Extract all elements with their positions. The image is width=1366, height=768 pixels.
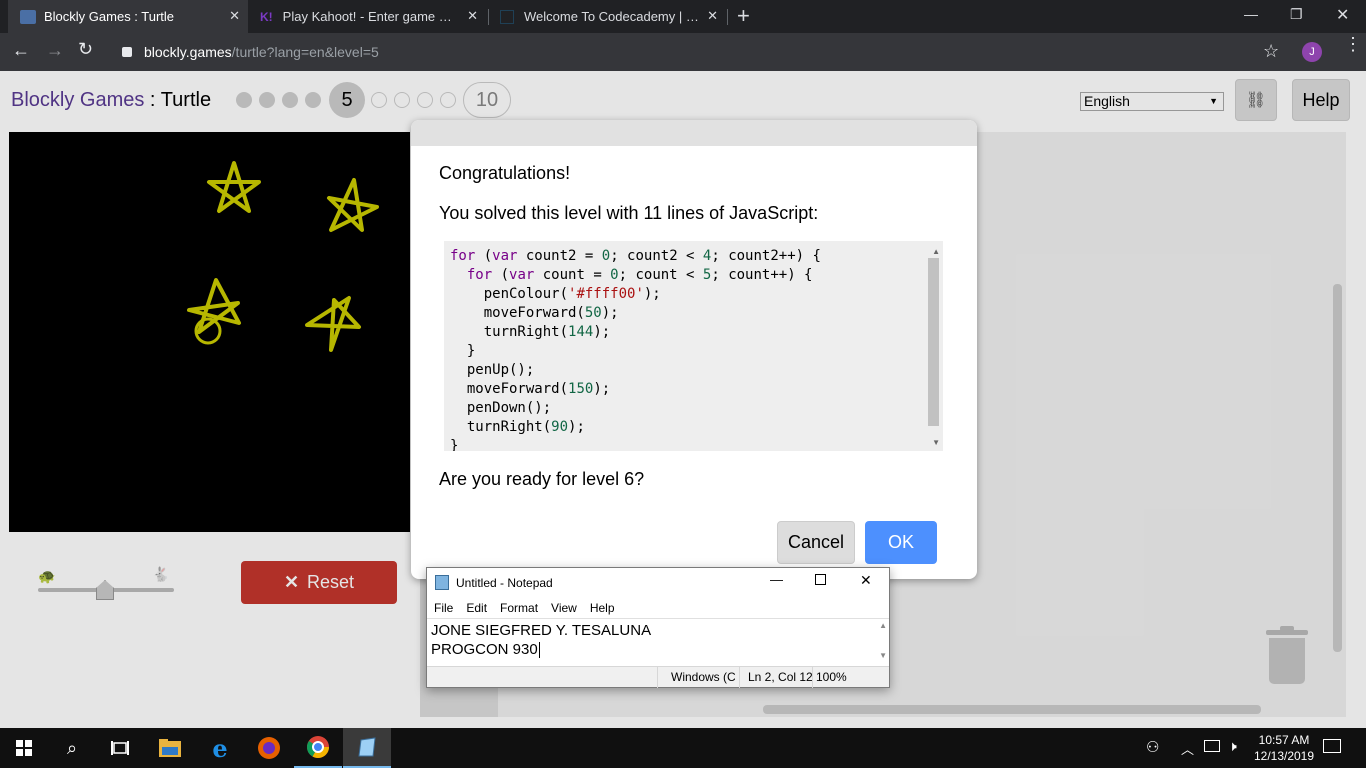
notepad-window: Untitled - Notepad — ✕ File Edit Format … [426, 567, 890, 688]
tab-title: Welcome To Codecademy | Code [524, 9, 700, 24]
notepad-icon[interactable] [343, 728, 391, 768]
close-icon[interactable]: ✕ [860, 572, 872, 589]
close-window-icon[interactable]: ✕ [1336, 5, 1349, 25]
tab-codecademy[interactable]: Welcome To Codecademy | Code ✕ [490, 0, 726, 33]
tab-divider [727, 9, 728, 25]
avatar[interactable]: J [1302, 42, 1322, 62]
lock-icon [122, 47, 132, 57]
kahoot-favicon-icon: K! [260, 9, 273, 24]
file-explorer-icon[interactable] [146, 728, 194, 768]
volume-icon[interactable]: 🕨 [1228, 738, 1237, 755]
tab-title: Blockly Games : Turtle [44, 9, 175, 24]
system-clock[interactable]: 10:57 AM 12/13/2019 [1252, 732, 1316, 764]
menu-icon[interactable]: ⋮ [1344, 35, 1362, 53]
scroll-down-icon[interactable]: ▼ [932, 438, 940, 447]
status-encoding: Windows (C [671, 670, 735, 684]
notepad-title: Untitled - Notepad [456, 576, 553, 590]
code-listing[interactable]: for (var count2 = 0; count2 < 4; count2+… [444, 241, 943, 451]
notepad-status-bar: Windows (C Ln 2, Col 12 100% [427, 666, 889, 688]
status-zoom: 100% [816, 670, 847, 684]
text-line: JONE SIEGFRED Y. TESALUNA [431, 622, 652, 639]
clock-date: 12/13/2019 [1253, 749, 1315, 763]
blockly-favicon-icon [20, 9, 36, 24]
notepad-text-area[interactable]: JONE SIEGFRED Y. TESALUNA PROGCON 930 ▲ … [427, 618, 889, 664]
reload-icon[interactable]: ↻ [78, 39, 93, 60]
minimize-icon[interactable]: — [1244, 6, 1258, 22]
star-icon[interactable]: ☆ [1263, 41, 1279, 62]
javascript-code: for (var count2 = 0; count2 < 4; count2+… [450, 248, 821, 451]
search-icon[interactable]: ⌕ [48, 728, 96, 768]
forward-icon[interactable]: → [46, 40, 64, 61]
menu-help[interactable]: Help [590, 601, 615, 615]
notepad-icon [435, 575, 449, 590]
menu-edit[interactable]: Edit [466, 601, 487, 615]
menu-file[interactable]: File [434, 601, 453, 615]
windows-icon[interactable] [0, 728, 48, 768]
tab-kahoot[interactable]: K! Play Kahoot! - Enter game PIN he ✕ [250, 0, 486, 33]
scroll-up-icon[interactable]: ▲ [932, 247, 940, 256]
close-tab-icon[interactable]: ✕ [467, 8, 478, 24]
maximize-icon[interactable] [815, 574, 826, 585]
close-tab-icon[interactable]: ✕ [229, 8, 240, 24]
dialog-heading: Congratulations! [439, 163, 571, 183]
scroll-down-icon[interactable]: ▼ [879, 651, 887, 660]
restore-icon[interactable]: ❐ [1290, 6, 1303, 23]
minimize-icon[interactable]: — [770, 572, 783, 587]
url-path: /turtle?lang=en&level=5 [231, 44, 379, 60]
network-icon[interactable] [1204, 740, 1220, 752]
dialog-summary: You solved this level with 11 lines of J… [439, 203, 819, 223]
people-icon[interactable]: ⚇ [1146, 738, 1159, 756]
new-tab-button[interactable]: + [737, 3, 750, 29]
dialog-question: Are you ready for level 6? [439, 469, 645, 489]
tab-divider [488, 9, 489, 25]
code-scrollbar-thumb[interactable] [928, 258, 939, 426]
tab-title: Play Kahoot! - Enter game PIN he [282, 9, 459, 24]
cancel-button[interactable]: Cancel [777, 521, 855, 564]
url-host: blockly.games [144, 44, 232, 60]
notification-icon[interactable] [1323, 739, 1341, 753]
edge-icon[interactable]: e [196, 728, 244, 768]
chrome-icon[interactable] [294, 728, 342, 768]
menu-format[interactable]: Format [500, 601, 538, 615]
firefox-icon[interactable] [245, 728, 293, 768]
chevron-up-icon[interactable]: ︿ [1181, 739, 1194, 758]
dialog-header-bar[interactable] [411, 120, 977, 146]
text-cursor [538, 641, 540, 658]
close-tab-icon[interactable]: ✕ [707, 8, 718, 24]
status-position: Ln 2, Col 12 [748, 670, 813, 684]
clock-time: 10:57 AM [1258, 733, 1310, 747]
back-icon[interactable]: ← [12, 40, 30, 61]
codecademy-favicon-icon [500, 9, 514, 24]
menu-view[interactable]: View [551, 601, 577, 615]
notepad-text: JONE SIEGFRED Y. TESALUNA PROGCON 930 [431, 621, 651, 659]
address-bar[interactable]: blockly.games/turtle?lang=en&level=5 [110, 37, 1290, 67]
tab-blockly[interactable]: Blockly Games : Turtle ✕ [8, 0, 248, 33]
browser-tab-strip: Blockly Games : Turtle ✕ K! Play Kahoot!… [0, 0, 1366, 33]
task-view-icon[interactable] [96, 728, 144, 768]
scroll-up-icon[interactable]: ▲ [879, 621, 887, 630]
notepad-menubar: File Edit Format View Help [434, 601, 615, 615]
ok-button[interactable]: OK [865, 521, 937, 564]
text-line: PROGCON 930 [431, 641, 538, 658]
